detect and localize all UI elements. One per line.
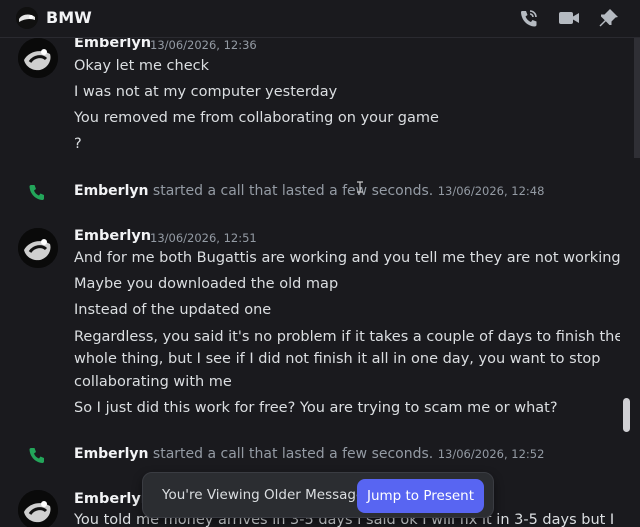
avatar-image — [18, 38, 58, 78]
scrollbar-track[interactable] — [634, 38, 640, 158]
call-system-message: Emberlyn started a call that lasted a fe… — [74, 183, 544, 199]
call-text: started a call that lasted a few seconds… — [148, 446, 434, 462]
message-line: collaborating with me — [74, 374, 232, 390]
message-line: whole thing, but I see if I did not fini… — [74, 351, 601, 367]
avatar[interactable] — [18, 490, 58, 527]
message-line: I was not at my computer yesterday — [74, 84, 338, 100]
message-line: Regardless, you said it's no problem if … — [74, 329, 620, 345]
call-timestamp: 13/06/2026, 12:48 — [437, 184, 545, 198]
avatar-image — [18, 490, 58, 527]
message-timestamp: 13/06/2026, 12:36 — [150, 38, 257, 52]
message-author[interactable]: Emberlyn — [74, 38, 151, 51]
older-messages-text: You're Viewing Older Messages — [162, 487, 372, 503]
message-line: Instead of the updated one — [74, 302, 272, 318]
message-author[interactable]: Emberlyn — [74, 491, 151, 507]
dm-avatar[interactable] — [16, 7, 38, 29]
message-line: So I just did this work for free? You ar… — [74, 400, 558, 416]
message-author[interactable]: Emberlyn — [74, 228, 151, 244]
message-line: Okay let me check — [74, 58, 209, 74]
jump-to-present-button[interactable]: Jump to Present — [357, 479, 484, 513]
text-cursor-icon — [355, 178, 365, 193]
call-author[interactable]: Emberlyn — [74, 183, 148, 199]
avatar[interactable] — [18, 228, 58, 268]
message-line: You removed me from collaborating on you… — [74, 110, 439, 126]
message-line: Maybe you downloaded the old map — [74, 276, 339, 292]
title-bar: BMW — [0, 0, 640, 38]
scrollbar-thumb[interactable] — [623, 398, 630, 432]
call-system-message: Emberlyn started a call that lasted a fe… — [74, 446, 544, 462]
older-messages-bar: You're Viewing Older Messages Jump to Pr… — [142, 472, 494, 518]
call-author[interactable]: Emberlyn — [74, 446, 148, 462]
phone-call-icon[interactable] — [518, 8, 540, 28]
call-text: started a call that lasted a few seconds… — [148, 183, 434, 199]
phone-icon — [28, 446, 46, 464]
video-camera-icon[interactable] — [558, 8, 580, 28]
message-line: ? — [74, 136, 82, 152]
avatar[interactable] — [18, 38, 58, 78]
channel-title: BMW — [46, 8, 92, 27]
avatar-image — [18, 228, 58, 268]
phone-icon — [28, 183, 46, 201]
dm-avatar-image — [16, 7, 38, 29]
message-list[interactable]: Emberlyn 13/06/2026, 12:36 Okay let me c… — [0, 38, 620, 527]
message-line: And for me both Bugattis are working and… — [74, 250, 620, 266]
pin-icon[interactable] — [598, 8, 620, 28]
message-timestamp: 13/06/2026, 12:51 — [150, 231, 257, 245]
call-timestamp: 13/06/2026, 12:52 — [437, 447, 545, 461]
